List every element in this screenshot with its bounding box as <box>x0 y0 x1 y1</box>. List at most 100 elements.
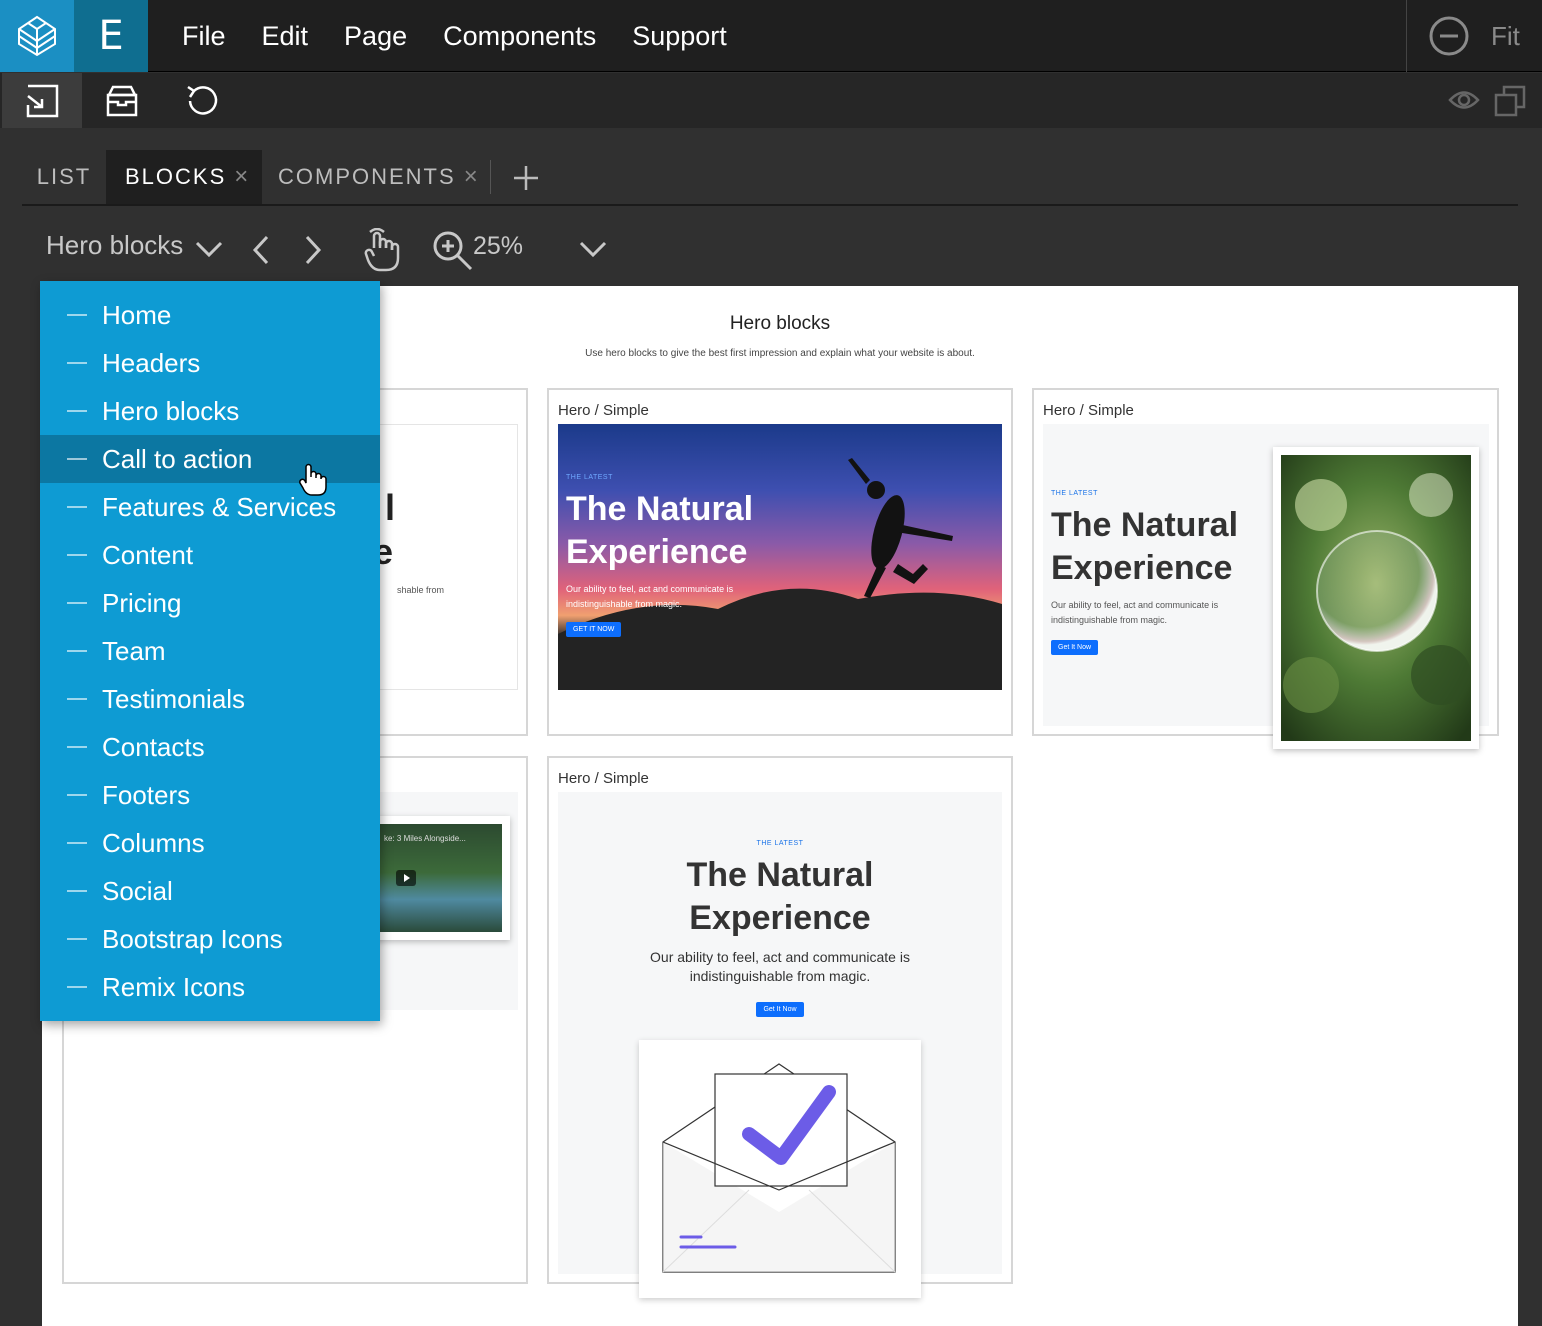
block-card-label: Hero / Simple <box>558 770 649 787</box>
dropdown-item-label: Call to action <box>102 443 253 474</box>
duplicate-window-icon[interactable] <box>1494 85 1526 117</box>
dropdown-item-hero-blocks[interactable]: Hero blocks <box>40 387 380 435</box>
dash-icon <box>67 602 87 604</box>
dash-icon <box>67 314 87 316</box>
dropdown-item-headers[interactable]: Headers <box>40 339 380 387</box>
dropdown-item-call-to-action[interactable]: Call to action <box>40 435 380 496</box>
dropdown-item-pricing[interactable]: Pricing <box>40 579 380 627</box>
video-title: ke: 3 Miles Alongside... <box>384 834 466 843</box>
hero-heading-line: The Natural <box>566 490 754 528</box>
menu-edit[interactable]: Edit <box>244 21 327 52</box>
dropdown-item-contacts[interactable]: Contacts <box>40 723 380 771</box>
hero-cta-wrap: Get It Now <box>558 998 1002 1017</box>
play-icon <box>396 870 416 886</box>
dropdown-item-footers[interactable]: Footers <box>40 771 380 819</box>
dash-icon <box>67 890 87 892</box>
dash-icon <box>67 554 87 556</box>
pinecone-logo-icon[interactable] <box>0 0 74 72</box>
import-button[interactable] <box>2 73 82 128</box>
hand-pointer-icon[interactable] <box>362 228 402 272</box>
editor-logo[interactable]: E <box>74 0 148 72</box>
editor-logo-letter: E <box>98 13 124 59</box>
preview-eye-icon[interactable] <box>1448 87 1480 113</box>
tab-separator <box>490 160 491 194</box>
dropdown-item-label: Pricing <box>102 587 182 618</box>
zoom-out-icon[interactable] <box>1427 14 1471 58</box>
dash-icon <box>67 842 87 844</box>
envelope-illustration <box>639 1040 921 1298</box>
block-card[interactable]: Hero / Simple THE LATEST The Natural Exp… <box>547 388 1013 736</box>
menu-support[interactable]: Support <box>614 21 745 52</box>
dropdown-item-team[interactable]: Team <box>40 627 380 675</box>
refresh-icon <box>187 85 218 115</box>
tab-list[interactable]: LIST <box>22 150 106 204</box>
chevron-left-icon[interactable] <box>250 234 272 266</box>
refresh-button[interactable] <box>162 73 242 128</box>
tab-blocks[interactable]: BLOCKS × <box>106 150 262 204</box>
dropdown-item-features-services[interactable]: Features & Services <box>40 483 380 531</box>
video-thumbnail: ke: 3 Miles Alongside... <box>380 824 502 932</box>
dash-icon <box>67 698 87 700</box>
dropdown-item-label: Hero blocks <box>102 395 240 426</box>
chevron-down-icon[interactable] <box>578 238 608 260</box>
dash-icon <box>67 506 87 508</box>
dropdown-item-home[interactable]: Home <box>40 291 380 339</box>
hero-heading: The Natural Experience <box>1051 504 1238 590</box>
tab-list-label: LIST <box>36 164 92 189</box>
dropdown-item-label: Team <box>102 635 166 666</box>
hero-text: Our ability to feel, act and communicate… <box>1051 600 1219 625</box>
block-card-label: Hero / Simple <box>1043 402 1134 419</box>
dropdown-item-label: Home <box>102 299 172 330</box>
dropdown-item-bootstrap-icons[interactable]: Bootstrap Icons <box>40 915 380 963</box>
tab-components[interactable]: COMPONENTS × <box>262 150 490 204</box>
category-select[interactable]: Hero blocks <box>46 230 183 261</box>
menu-file[interactable]: File <box>164 21 244 52</box>
bubble-photo-frame <box>1273 447 1479 749</box>
dash-icon <box>67 650 87 652</box>
save-button[interactable] <box>82 73 162 128</box>
chevron-down-icon[interactable] <box>194 238 224 260</box>
video-thumbnail-frame[interactable]: ke: 3 Miles Alongside... <box>372 816 510 940</box>
dash-icon <box>67 458 87 460</box>
dropdown-item-label: Social <box>102 875 173 906</box>
chevron-right-icon[interactable] <box>302 234 324 266</box>
dropdown-item-remix-icons[interactable]: Remix Icons <box>40 963 380 1011</box>
hero-cta-button: Get It Now <box>756 1002 804 1017</box>
envelope-check-icon <box>662 1063 896 1273</box>
zoom-level[interactable]: 25% <box>473 232 523 261</box>
fit-button[interactable]: Fit <box>1491 21 1520 52</box>
hero-heading-line: Experience <box>689 899 871 937</box>
dash-icon <box>67 794 87 796</box>
add-tab-icon[interactable] <box>512 164 540 192</box>
hero-cta-button: Get It Now <box>1051 640 1099 655</box>
dropdown-item-social[interactable]: Social <box>40 867 380 915</box>
hero-heading: The Natural Experience <box>566 488 753 574</box>
close-icon[interactable]: × <box>234 163 248 191</box>
dropdown-item-label: Content <box>102 539 194 570</box>
dropdown-item-label: Testimonials <box>102 683 246 714</box>
dropdown-item-label: Columns <box>102 827 205 858</box>
dash-icon <box>67 362 87 364</box>
close-icon[interactable]: × <box>464 163 478 191</box>
zoom-in-icon[interactable] <box>432 230 474 272</box>
tab-components-label: COMPONENTS <box>278 164 456 189</box>
hero-heading-line: The Natural <box>1051 506 1239 544</box>
dropdown-item-columns[interactable]: Columns <box>40 819 380 867</box>
dash-icon <box>67 746 87 748</box>
dropdown-item-content[interactable]: Content <box>40 531 380 579</box>
dropdown-item-label: Bootstrap Icons <box>102 923 283 954</box>
dropdown-item-testimonials[interactable]: Testimonials <box>40 675 380 723</box>
dropdown-item-label: Features & Services <box>102 491 337 522</box>
hero-cta-button: GET IT NOW <box>566 622 622 637</box>
tab-bar: LIST BLOCKS × COMPONENTS × <box>22 150 1518 206</box>
menu-page[interactable]: Page <box>326 21 425 52</box>
hero-dark-preview: THE LATEST The Natural Experience Our ab… <box>558 424 1002 690</box>
import-icon <box>26 84 59 117</box>
dash-icon <box>67 938 87 940</box>
dash-icon <box>67 410 87 412</box>
hero-heading: The Natural Experience <box>558 854 1002 940</box>
partial-hero-text: shable from <box>397 585 445 595</box>
menu-components[interactable]: Components <box>425 21 614 52</box>
dash-icon <box>67 986 87 988</box>
zoom-fit-controls: Fit <box>1406 0 1542 72</box>
